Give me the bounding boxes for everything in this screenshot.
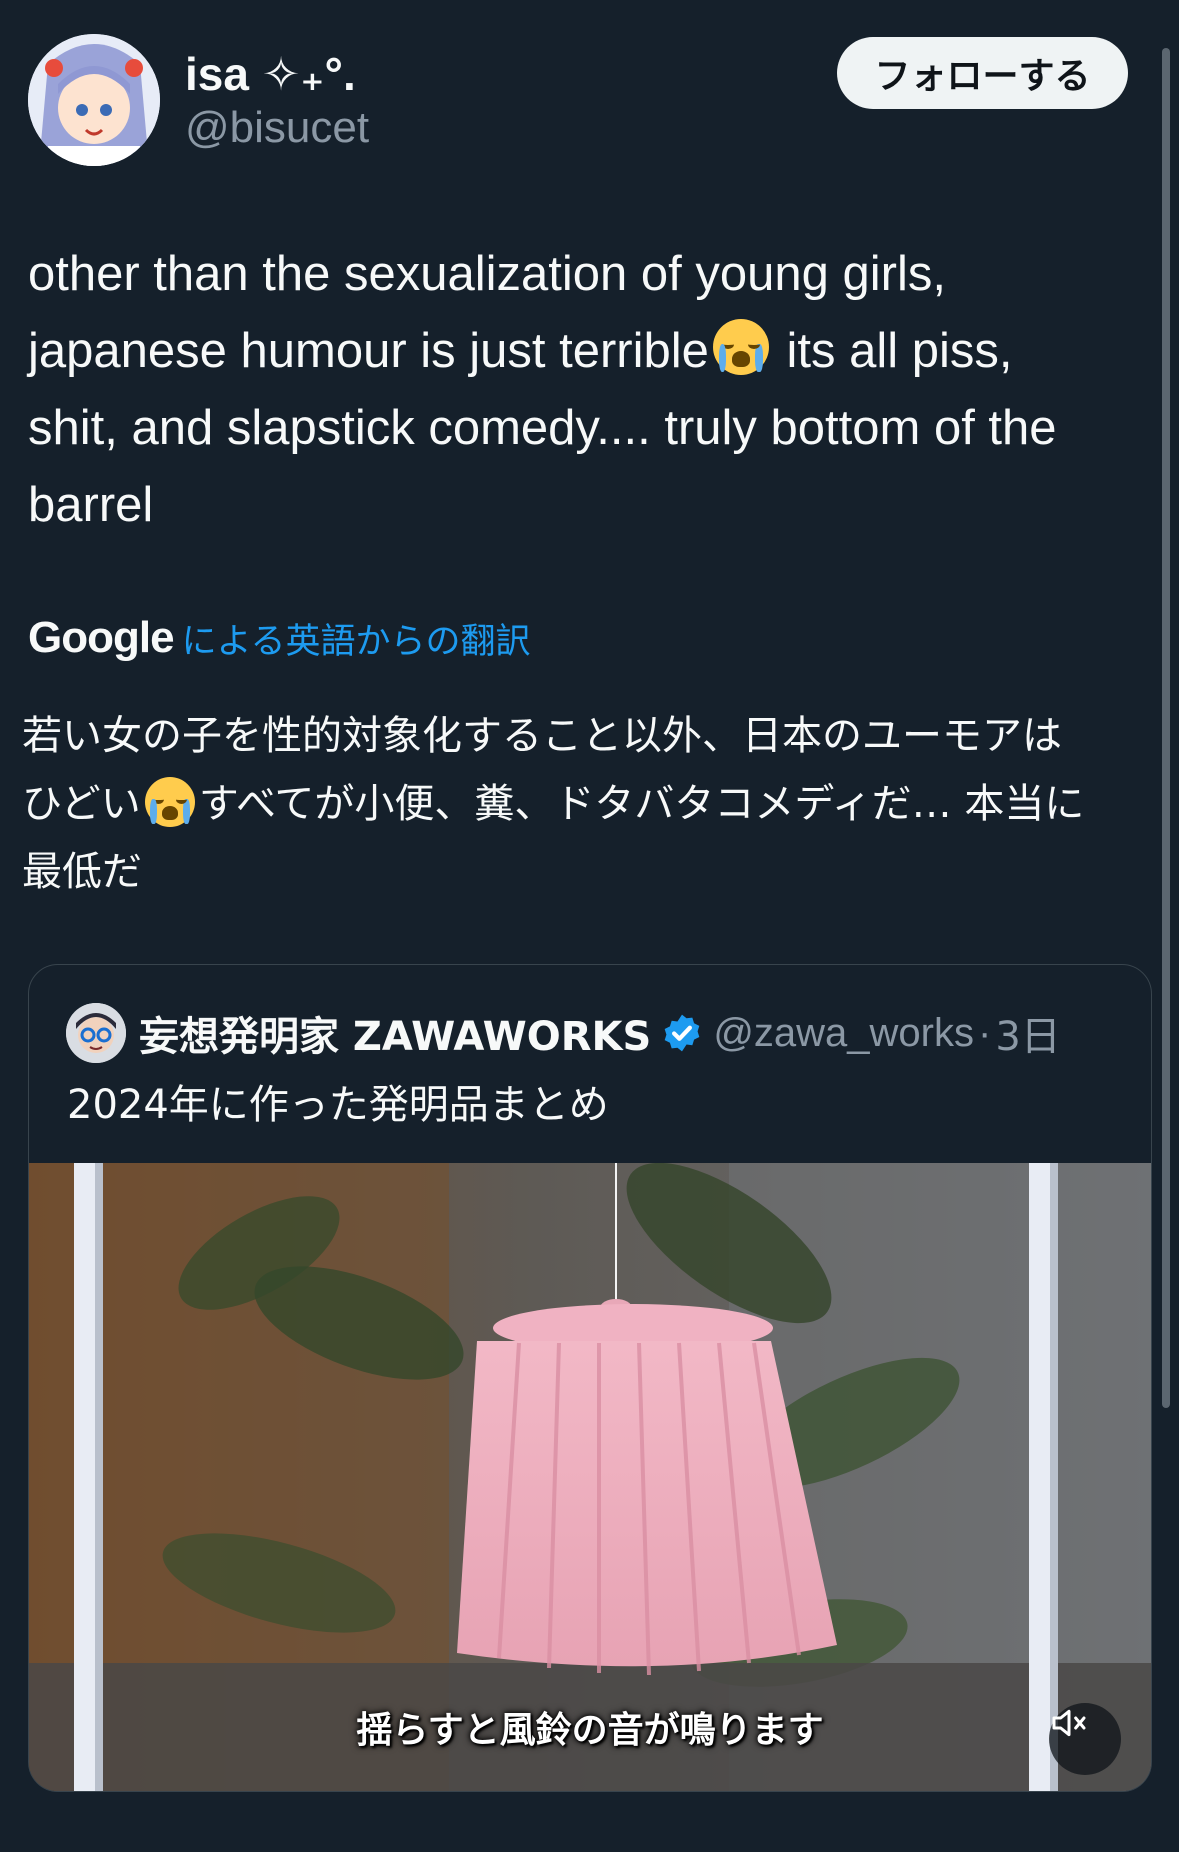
scrollbar[interactable]: [1162, 48, 1170, 1408]
quoted-video[interactable]: 揺らすと風鈴の音が鳴ります: [29, 1163, 1151, 1791]
quoted-post-time[interactable]: 3日: [995, 1004, 1060, 1062]
post-text-line: barrel: [28, 478, 154, 532]
translated-line: 若い女の子を性的対象化すること以外、日本のユーモアは: [22, 713, 1062, 759]
post-text-line: its all piss,: [772, 324, 1013, 378]
quoted-post-card[interactable]: 妄想発明家 ZAWAWORKS @zawa_works · 3日 2024年に作…: [28, 964, 1152, 1792]
quoted-author-avatar[interactable]: [66, 1003, 126, 1063]
quoted-author-name[interactable]: 妄想発明家 ZAWAWORKS: [139, 1004, 651, 1062]
separator-dot: ·: [978, 1010, 992, 1055]
translated-text: 若い女の子を性的対象化すること以外、日本のユーモアは ひどい すべてが小便、糞、ド…: [22, 702, 1167, 906]
quoted-post-header: 妄想発明家 ZAWAWORKS @zawa_works · 3日: [139, 1005, 1061, 1061]
speaker-muted-icon: [1052, 1709, 1086, 1737]
translated-line: 最低だ: [22, 849, 142, 895]
cartoon-avatar-icon: [66, 1003, 126, 1063]
post-text: other than the sexualization of young gi…: [28, 236, 1158, 544]
anime-girl-avatar-icon: [28, 34, 160, 166]
loudly-crying-face-icon: [144, 777, 195, 827]
follow-button[interactable]: フォローする: [837, 37, 1128, 109]
verified-badge-icon: [664, 1014, 700, 1052]
author-avatar[interactable]: [28, 34, 160, 166]
translation-label[interactable]: による英語からの翻訳: [182, 613, 531, 664]
video-frame-image: [29, 1163, 1151, 1791]
post-text-line: japanese humour is just terrible: [28, 324, 709, 378]
post-text-line: shit, and slapstick comedy.... truly bot…: [28, 401, 1057, 455]
google-logo: Google: [28, 613, 175, 662]
quoted-author-handle[interactable]: @zawa_works: [713, 1011, 974, 1056]
translation-attribution[interactable]: Google による英語からの翻訳: [28, 610, 531, 666]
mute-button[interactable]: [1049, 1703, 1121, 1775]
loudly-crying-face-icon: [712, 319, 769, 375]
video-subtitle: 揺らすと風鈴の音が鳴ります: [356, 1709, 824, 1751]
translated-line: すべてが小便、糞、ドタバタコメディだ… 本当に: [198, 781, 1085, 827]
quoted-post-text: 2024年に作った発明品まとめ: [67, 1082, 609, 1128]
post-text-line: other than the sexualization of young gi…: [28, 247, 946, 301]
author-handle[interactable]: @bisucet: [185, 100, 369, 156]
translated-line: ひどい: [22, 781, 141, 827]
author-display-name[interactable]: isa ✧₊°.: [185, 46, 356, 102]
